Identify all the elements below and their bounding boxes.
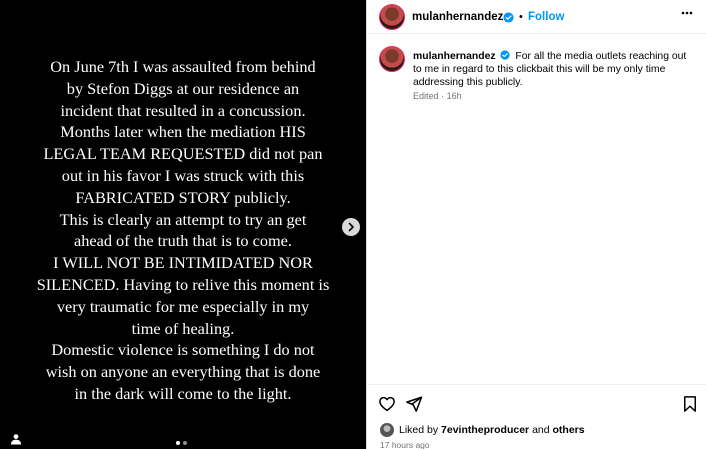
liked-by-user[interactable]: 7evintheproducer — [441, 424, 529, 436]
post-side-panel: mulanhernandez • Follow mulanhernandez F… — [366, 0, 706, 449]
verified-badge-icon — [503, 12, 514, 23]
chevron-right-icon — [348, 222, 354, 232]
user-tag-icon[interactable] — [10, 433, 22, 445]
story-line: FABRICATED STORY publicly. — [75, 187, 291, 207]
caption-username[interactable]: mulanhernandez — [413, 51, 496, 62]
story-text: On June 7th I was assaulted from behind … — [0, 56, 366, 405]
story-line: by Stefon Diggs at our residence an — [66, 78, 300, 98]
story-line: Months later when the mediation HIS — [60, 122, 306, 142]
carousel-indicator — [176, 441, 187, 445]
header-separator: • — [519, 11, 523, 23]
story-line: wish on anyone an everything that is don… — [45, 362, 321, 382]
story-line: in the dark will come to the light. — [74, 383, 292, 403]
caption-age: 16h — [446, 91, 462, 101]
story-line: ahead of the truth that is to come. — [74, 231, 292, 251]
heart-icon[interactable] — [378, 395, 396, 413]
post-actions: Liked by 7evintheproducer and others 17 … — [367, 384, 706, 449]
liked-by-avatar[interactable] — [380, 423, 394, 437]
story-line: SILENCED. Having to relive this moment i… — [36, 274, 330, 294]
liked-by-prefix: Liked by — [399, 424, 439, 436]
post-media: On June 7th I was assaulted from behind … — [0, 0, 366, 449]
post-header: mulanhernandez • Follow — [367, 0, 706, 34]
caption-meta-separator: · — [441, 91, 445, 101]
story-line: I WILL NOT BE INTIMIDATED NOR — [53, 253, 313, 273]
share-icon[interactable] — [405, 395, 423, 413]
liked-by-and: and — [532, 424, 550, 436]
story-line: out in his favor I was struck with this — [61, 165, 305, 185]
more-options-icon[interactable] — [681, 11, 693, 15]
carousel-dot-active — [176, 441, 180, 445]
header-username[interactable]: mulanhernandez — [412, 11, 503, 23]
story-line: very traumatic for me especially in my — [56, 296, 310, 316]
post-caption: mulanhernandez For all the media outlets… — [413, 50, 693, 89]
carousel-dot — [183, 441, 187, 445]
liked-by: Liked by 7evintheproducer and others — [380, 423, 585, 437]
story-line: incident that resulted in a concussion. — [60, 100, 306, 120]
verified-badge-icon — [500, 50, 511, 60]
caption-avatar[interactable] — [379, 46, 405, 72]
story-line: This is clearly an attempt to try an get — [59, 209, 307, 229]
liked-by-others[interactable]: others — [553, 424, 585, 436]
caption-meta: Edited · 16h — [413, 91, 462, 101]
carousel-next-button[interactable] — [342, 218, 360, 236]
edited-label: Edited — [413, 91, 439, 101]
follow-button[interactable]: Follow — [528, 11, 564, 23]
story-line: Domestic violence is something I do not — [51, 340, 315, 360]
story-line: time of healing. — [131, 318, 235, 338]
avatar[interactable] — [379, 4, 405, 30]
story-line: On June 7th I was assaulted from behind — [50, 57, 316, 76]
story-line: LEGAL TEAM REQUESTED did not pan — [43, 144, 323, 164]
bookmark-icon[interactable] — [681, 395, 699, 413]
post-time-ago[interactable]: 17 hours ago — [380, 440, 430, 449]
